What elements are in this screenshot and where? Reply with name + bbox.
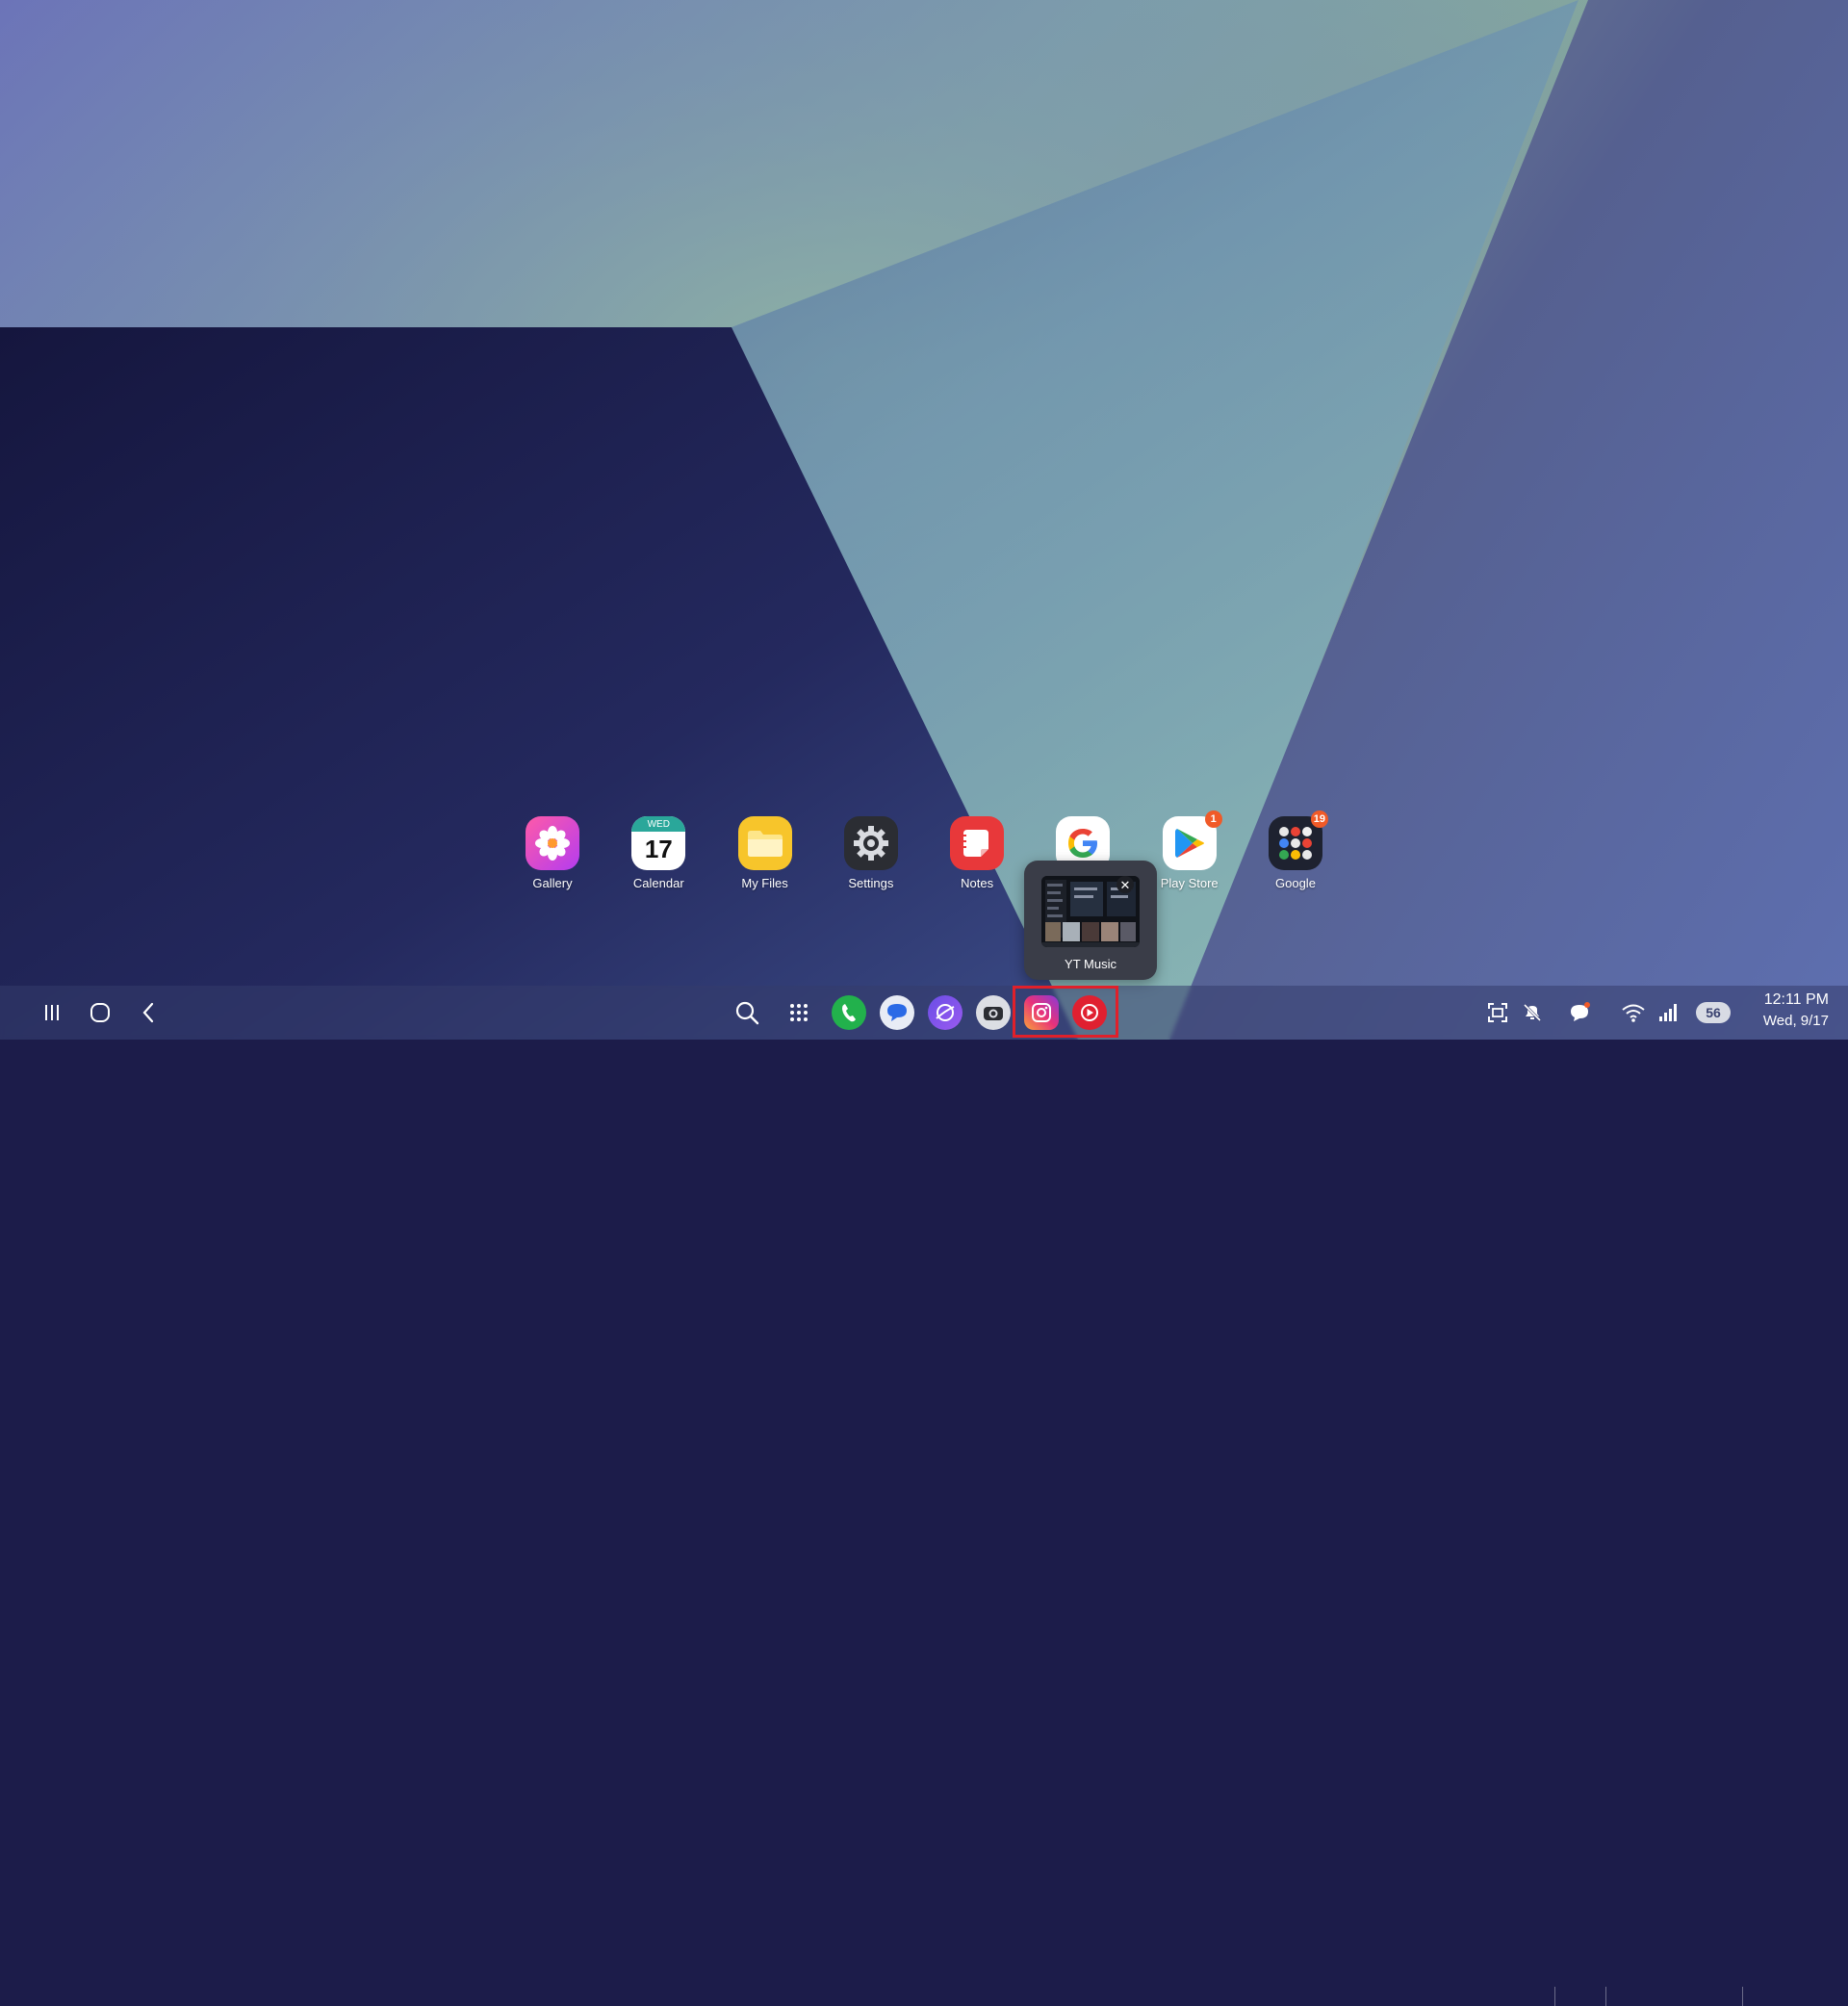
app-gallery[interactable]: Gallery xyxy=(504,816,601,893)
calendar-icon: WED 17 xyxy=(631,816,686,870)
selection-highlight xyxy=(1013,986,1118,1038)
home-icon[interactable] xyxy=(81,993,119,1032)
clock-date: Wed, 9/17 xyxy=(1762,1013,1829,1029)
app-label: Google xyxy=(1275,876,1316,890)
notes-icon xyxy=(950,816,1005,870)
camera-icon[interactable] xyxy=(976,995,1011,1030)
screenshot-icon[interactable] xyxy=(1483,998,1512,1027)
app-label: Gallery xyxy=(532,876,573,890)
app-calendar[interactable]: WED 17 Calendar xyxy=(610,816,706,893)
message-notification-icon[interactable] xyxy=(1565,998,1594,1027)
app-label: Settings xyxy=(848,876,894,890)
phone-icon[interactable] xyxy=(832,995,866,1030)
google-folder-icon: 19 xyxy=(1268,810,1328,870)
play-store-icon: 1 xyxy=(1162,810,1222,870)
back-icon[interactable] xyxy=(129,993,167,1032)
app-drawer-icon[interactable] xyxy=(782,995,816,1030)
folder-icon xyxy=(737,816,792,870)
calendar-day: WED xyxy=(631,816,686,832)
tray-divider xyxy=(1742,1987,1743,2006)
app-label: Notes xyxy=(961,876,994,890)
taskbar: 56 xyxy=(0,986,1848,2006)
tray-divider xyxy=(1554,1987,1555,2006)
wifi-icon[interactable] xyxy=(1619,998,1648,1027)
app-label: Play Store xyxy=(1160,876,1219,890)
mute-icon[interactable] xyxy=(1518,998,1547,1027)
signal-icon[interactable] xyxy=(1654,998,1682,1027)
messages-icon[interactable] xyxy=(880,995,914,1030)
app-label: Calendar xyxy=(632,876,684,890)
app-label: My Files xyxy=(741,876,788,890)
home-app-row: Gallery WED 17 Calendar My Files Setting… xyxy=(504,810,1344,893)
battery-indicator[interactable]: 56 xyxy=(1694,998,1732,1027)
app-notes[interactable]: Notes xyxy=(929,816,1025,893)
gear-icon xyxy=(843,816,898,870)
notification-badge: 1 xyxy=(1204,810,1222,828)
battery-level: 56 xyxy=(1696,1002,1731,1023)
app-settings[interactable]: Settings xyxy=(823,816,919,893)
app-preview-popup[interactable]: ✕ YT Music xyxy=(1024,861,1157,980)
search-icon[interactable] xyxy=(730,995,764,1030)
clock-time: 12:11 PM xyxy=(1763,991,1829,1008)
clock[interactable]: 12:11 PM Wed, 9/17 xyxy=(1763,991,1829,1029)
internet-icon[interactable] xyxy=(928,995,962,1030)
calendar-date: 17 xyxy=(644,835,673,863)
tray-divider xyxy=(1605,1987,1606,2006)
notification-badge: 19 xyxy=(1310,810,1328,828)
app-my-files[interactable]: My Files xyxy=(717,816,813,893)
gallery-icon xyxy=(526,816,579,870)
recents-icon[interactable] xyxy=(33,993,71,1032)
app-google-folder[interactable]: 19 Google xyxy=(1247,810,1344,893)
preview-title: YT Music xyxy=(1065,957,1116,971)
close-preview-button[interactable]: ✕ xyxy=(1116,876,1134,893)
